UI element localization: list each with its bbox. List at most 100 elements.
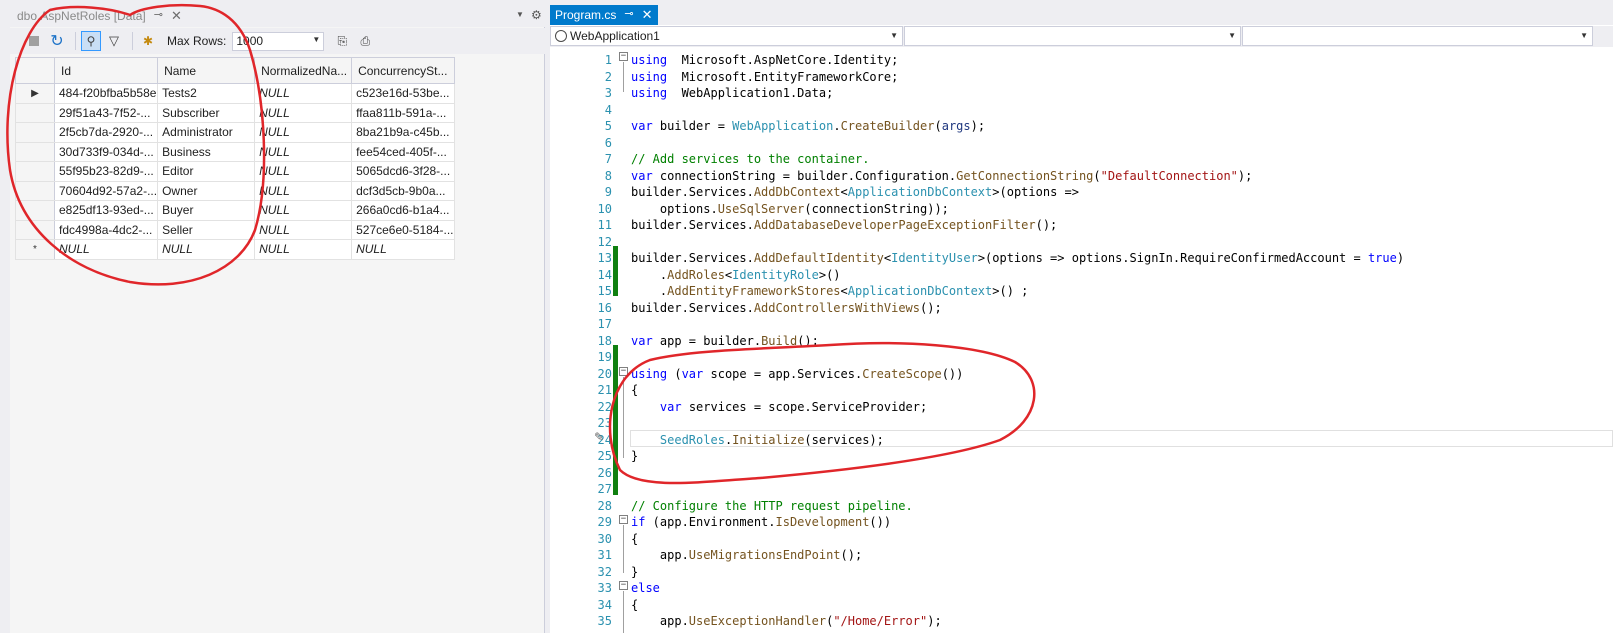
code-line[interactable]: 20 using (var scope = app.Services.Create… [550, 366, 1613, 383]
cell-name[interactable]: Business [157, 141, 256, 162]
code-line[interactable]: 10 options.UseSqlServer(connectionString… [550, 201, 1613, 218]
code-line[interactable]: 5 var builder = WebApplication.CreateBuil… [550, 118, 1613, 135]
cell-normalizedname[interactable]: NULL [254, 83, 353, 104]
table-row[interactable]: 55f95b23-82d9-... Editor NULL 5065dcd6-3f28… [15, 161, 455, 182]
column-header-id[interactable]: Id [53, 57, 159, 84]
code-line[interactable]: 16 builder.Services.AddControllersWithVie… [550, 300, 1613, 317]
row-indicator[interactable] [15, 161, 55, 182]
cell-name[interactable]: NULL [157, 239, 256, 260]
type-dropdown[interactable]: ▼ [904, 26, 1241, 46]
code-line[interactable]: 7 // Add services to the container. [550, 151, 1613, 168]
row-indicator[interactable] [15, 200, 55, 221]
row-indicator[interactable]: * [15, 239, 55, 260]
cell-id[interactable]: 29f51a43-7f52-... [53, 102, 159, 123]
cell-id[interactable]: 484-f20bfba5b58e [53, 83, 159, 104]
code-line[interactable]: 8 var connectionString = builder.Configur… [550, 168, 1613, 185]
member-dropdown[interactable]: ▼ [1242, 26, 1593, 46]
table-row[interactable]: e825df13-93ed-... Buyer NULL 266a0cd6-b1a4.… [15, 200, 455, 221]
cell-concurrencystamp[interactable]: NULL [351, 239, 455, 260]
code-line[interactable]: 25} [550, 448, 1613, 465]
row-indicator[interactable] [15, 141, 55, 162]
cell-id[interactable]: fdc4998a-4dc2-... [53, 219, 159, 240]
quick-action-icon[interactable]: ✎ [594, 430, 604, 444]
code-line[interactable]: 3 using WebApplication1.Data; [550, 85, 1613, 102]
cell-concurrencystamp[interactable]: 527ce6e0-5184-... [351, 219, 455, 240]
cell-normalizedname[interactable]: NULL [254, 200, 353, 221]
code-line[interactable]: 29 if (app.Environment.IsDevelopment()) [550, 514, 1613, 531]
code-line[interactable]: 2 using Microsoft.EntityFrameworkCore; [550, 69, 1613, 86]
column-header-name[interactable]: Name [157, 57, 256, 84]
code-line[interactable]: 26 [550, 465, 1613, 482]
code-line[interactable]: 18 var app = builder.Build(); [550, 333, 1613, 350]
code-line[interactable]: 4 [550, 102, 1613, 119]
cell-name[interactable]: Tests2 [157, 83, 256, 104]
filter-toggle-icon[interactable]: ⚲ [81, 31, 101, 51]
code-editor[interactable]: − − − − 1 using Microsoft.AspNetCore.Iden… [550, 48, 1613, 633]
code-line[interactable]: 1 using Microsoft.AspNetCore.Identity; [550, 52, 1613, 69]
code-line[interactable]: 24 SeedRoles.Initialize(services); [550, 432, 1613, 449]
cell-name[interactable]: Subscriber [157, 102, 256, 123]
code-line[interactable]: 15 .AddEntityFrameworkStores<Application… [550, 283, 1613, 300]
table-row[interactable]: * NULL NULL NULL NULL [15, 239, 455, 260]
code-line[interactable]: 6 [550, 135, 1613, 152]
code-line[interactable]: 13 builder.Services.AddDefaultIdentity<Id… [550, 250, 1613, 267]
row-indicator[interactable] [15, 122, 55, 143]
tab-aspnetroles-data[interactable]: dbo.AspNetRoles [Data] ⊸ ✕ [10, 5, 188, 27]
code-line[interactable]: 11 builder.Services.AddDatabaseDeveloperP… [550, 217, 1613, 234]
code-line[interactable]: 27 [550, 481, 1613, 498]
code-line[interactable]: 31 app.UseMigrationsEndPoint(); [550, 547, 1613, 564]
cell-id[interactable]: 30d733f9-034d-... [53, 141, 159, 162]
cell-id[interactable]: 2f5cb7da-2920-... [53, 122, 159, 143]
row-indicator[interactable] [15, 102, 55, 123]
cell-normalizedname[interactable]: NULL [254, 102, 353, 123]
code-line[interactable]: 9 builder.Services.AddDbContext<Applicati… [550, 184, 1613, 201]
cell-name[interactable]: Administrator [157, 122, 256, 143]
code-line[interactable]: 17 [550, 316, 1613, 333]
code-line[interactable]: 32} [550, 564, 1613, 581]
cell-id[interactable]: NULL [53, 239, 159, 260]
cell-concurrencystamp[interactable]: dcf3d5cb-9b0a... [351, 180, 455, 201]
cell-normalizedname[interactable]: NULL [254, 122, 353, 143]
gear-icon[interactable]: ⚙ [531, 8, 542, 22]
refresh-icon[interactable]: ↻ [47, 31, 67, 51]
table-row[interactable]: 29f51a43-7f52-... Subscriber NULL ffaa811b-… [15, 102, 455, 123]
cell-name[interactable]: Editor [157, 161, 256, 182]
row-indicator[interactable]: ▶ [15, 83, 55, 104]
close-icon[interactable]: ✕ [642, 8, 653, 25]
cell-normalizedname[interactable]: NULL [254, 161, 353, 182]
pin-icon[interactable]: ⊸ [154, 9, 163, 22]
code-line[interactable]: 19 [550, 349, 1613, 366]
row-indicator[interactable] [15, 219, 55, 240]
stop-icon[interactable] [24, 31, 44, 51]
column-header-concurrencystamp[interactable]: ConcurrencySt... [351, 57, 455, 84]
cell-concurrencystamp[interactable]: fee54ced-405f-... [351, 141, 455, 162]
column-header-normalizedname[interactable]: NormalizedNa... [254, 57, 353, 84]
cell-id[interactable]: 55f95b23-82d9-... [53, 161, 159, 182]
tab-program-cs[interactable]: Program.cs ⊸ ✕ [550, 5, 659, 25]
code-line[interactable]: 23 [550, 415, 1613, 432]
cell-concurrencystamp[interactable]: 8ba21b9a-c45b... [351, 122, 455, 143]
table-row[interactable]: ▶ 484-f20bfba5b58e Tests2 NULL c523e16d-53be… [15, 83, 455, 104]
cell-normalizedname[interactable]: NULL [254, 239, 353, 260]
code-line[interactable]: 34 { [550, 597, 1613, 614]
code-line[interactable]: 21 { [550, 382, 1613, 399]
cell-name[interactable]: Owner [157, 180, 256, 201]
cell-normalizedname[interactable]: NULL [254, 141, 353, 162]
project-dropdown[interactable]: WebApplication1 ▼ [550, 26, 903, 46]
filter-icon[interactable]: ▽ [104, 31, 124, 51]
cell-name[interactable]: Seller [157, 219, 256, 240]
table-row[interactable]: 70604d92-57a2-... Owner NULL dcf3d5cb-9b0a.… [15, 180, 455, 201]
code-line[interactable]: 14 .AddRoles<IdentityRole>() [550, 267, 1613, 284]
cell-id[interactable]: 70604d92-57a2-... [53, 180, 159, 201]
code-line[interactable]: 35 app.UseExceptionHandler("/Home/Error"… [550, 613, 1613, 630]
cell-concurrencystamp[interactable]: 266a0cd6-b1a4... [351, 200, 455, 221]
table-row[interactable]: 2f5cb7da-2920-... Administrator NULL 8ba21b… [15, 122, 455, 143]
close-icon[interactable]: ✕ [171, 9, 182, 22]
table-row[interactable]: fdc4998a-4dc2-... Seller NULL 527ce6e0-5184… [15, 219, 455, 240]
script-icon[interactable]: ✱ [138, 31, 158, 51]
cell-name[interactable]: Buyer [157, 200, 256, 221]
chevron-down-icon[interactable]: ▼ [516, 10, 524, 19]
table-row[interactable]: 30d733f9-034d-... Business NULL fee54ced-40… [15, 141, 455, 162]
code-line[interactable]: 28 // Configure the HTTP request pipeline… [550, 498, 1613, 515]
cell-concurrencystamp[interactable]: ffaa811b-591a-... [351, 102, 455, 123]
